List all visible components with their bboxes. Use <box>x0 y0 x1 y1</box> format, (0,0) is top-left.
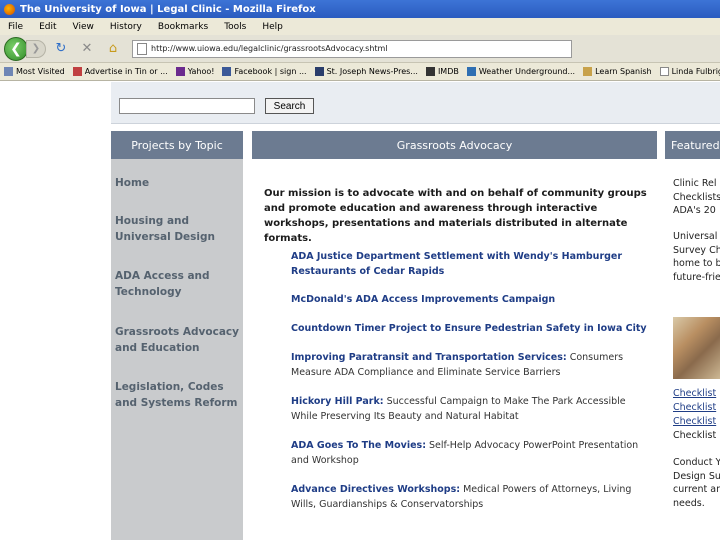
forward-arrow-icon[interactable]: ❯ <box>26 39 46 58</box>
featured-photo <box>673 317 720 379</box>
web-page: Search Projects by Topic Home Housing an… <box>0 82 720 540</box>
bookmark-item[interactable]: Yahoo! <box>172 67 219 76</box>
sidebar-item-ada-access[interactable]: ADA Access and Technology <box>115 268 240 300</box>
bookmark-item[interactable]: Advertise in Tin or ... <box>69 67 172 76</box>
featured-text: Design Su <box>673 470 720 482</box>
featured-block-1: Clinic Rel Checklists ADA's 20 <box>673 177 720 218</box>
project-title[interactable]: ADA Justice Department Settlement with W… <box>291 251 622 277</box>
menu-view[interactable]: View <box>65 22 102 32</box>
project-link[interactable]: McDonald's ADA Access Improvements Campa… <box>291 293 651 308</box>
featured-heading: Featured <box>665 131 720 159</box>
window-title-bar: The University of Iowa | Legal Clinic - … <box>0 0 720 18</box>
menu-tools[interactable]: Tools <box>216 22 254 32</box>
featured-text: Checklists <box>673 191 720 203</box>
featured-block-2: Universal Survey Ch home to b future-fri… <box>673 230 720 284</box>
project-link[interactable]: Improving Paratransit and Transportation… <box>291 351 651 380</box>
bookmark-item[interactable]: Learn Spanish <box>579 67 656 76</box>
project-title[interactable]: ADA Goes To The Movies: <box>291 440 426 451</box>
featured-text: ADA's 20 <box>673 205 716 216</box>
reload-icon[interactable]: ↻ <box>50 38 72 60</box>
featured-text: future-frie <box>673 271 720 283</box>
facebook-icon <box>222 67 232 76</box>
bookmarks-toolbar: Most Visited Advertise in Tin or ... Yah… <box>0 63 720 81</box>
navigation-toolbar: ❮ ❯ ↻ ✕ ⌂ http://www.uiowa.edu/legalclin… <box>0 35 720 63</box>
home-icon[interactable]: ⌂ <box>102 38 124 60</box>
page-icon <box>137 42 147 55</box>
menu-help[interactable]: Help <box>254 22 291 32</box>
bookmark-folder-icon <box>4 67 13 76</box>
bookmark-item[interactable]: Most Visited <box>0 67 69 76</box>
window-title: The University of Iowa | Legal Clinic - … <box>20 3 316 15</box>
menu-edit[interactable]: Edit <box>31 22 64 32</box>
sidebar-heading: Projects by Topic <box>111 131 243 159</box>
project-title[interactable]: McDonald's ADA Access Improvements Campa… <box>291 294 555 305</box>
featured-text: needs. <box>673 497 705 509</box>
bookmark-item[interactable]: Facebook | sign ... <box>218 67 310 76</box>
address-bar-url: http://www.uiowa.edu/legalclinic/grassro… <box>151 44 388 53</box>
weather-icon <box>466 67 476 76</box>
sidebar-item-grassroots[interactable]: Grassroots Advocacy and Education <box>115 324 240 356</box>
page-title: Grassroots Advocacy <box>252 131 657 159</box>
sidebar-item-legislation[interactable]: Legislation, Codes and Systems Reform <box>115 379 240 411</box>
featured-text: home to b <box>673 258 720 269</box>
back-arrow-icon[interactable]: ❮ <box>4 36 28 61</box>
menu-bookmarks[interactable]: Bookmarks <box>150 22 216 32</box>
featured-text: Universal <box>673 231 718 242</box>
sidebar-item-housing[interactable]: Housing and Universal Design <box>115 213 240 245</box>
bookmark-page-icon <box>583 67 593 76</box>
featured-text: Survey Ch <box>673 244 720 256</box>
featured-text: Clinic Rel <box>673 178 717 189</box>
sidebar-item-home[interactable]: Home <box>115 175 240 191</box>
project-link[interactable]: Hickory Hill Park: Successful Campaign t… <box>291 395 651 424</box>
featured-block-3: Conduct Y Design Su current an needs. <box>673 456 720 510</box>
checklist-link[interactable]: Checklist <box>673 387 720 401</box>
bookmark-page-icon <box>72 67 82 76</box>
project-link[interactable]: ADA Justice Department Settlement with W… <box>291 250 651 279</box>
address-bar[interactable]: http://www.uiowa.edu/legalclinic/grassro… <box>132 39 572 58</box>
newspaper-icon <box>314 67 324 76</box>
project-link[interactable]: Countdown Timer Project to Ensure Pedest… <box>291 322 651 337</box>
bookmark-item[interactable]: IMDB <box>422 67 463 76</box>
film-icon <box>425 67 435 76</box>
project-title[interactable]: Improving Paratransit and Transportation… <box>291 352 567 363</box>
bookmark-page-icon <box>659 67 669 76</box>
firefox-icon <box>4 3 15 15</box>
menu-bar: File Edit View History Bookmarks Tools H… <box>0 18 720 35</box>
featured-text: current an <box>673 484 720 495</box>
featured-text: Conduct Y <box>673 457 720 468</box>
menu-file[interactable]: File <box>0 22 31 32</box>
search-button[interactable]: Search <box>265 98 314 114</box>
stop-icon[interactable]: ✕ <box>76 38 98 60</box>
search-input[interactable] <box>119 98 255 114</box>
bookmark-item[interactable]: St. Joseph News-Pres... <box>311 67 422 76</box>
bookmark-item[interactable]: Weather Underground... <box>463 67 579 76</box>
project-title[interactable]: Hickory Hill Park: <box>291 396 384 407</box>
yahoo-icon <box>175 67 185 76</box>
featured-links: Checklist Checklist Checklist Checklist <box>673 387 720 443</box>
project-title[interactable]: Advance Directives Workshops: <box>291 484 460 495</box>
projects-sidebar: Projects by Topic Home Housing and Unive… <box>111 131 243 540</box>
checklist-link[interactable]: Checklist <box>673 415 720 429</box>
checklist-text: Checklist <box>673 430 717 441</box>
bookmark-item[interactable]: Linda Fulbright Ensem... <box>656 67 720 76</box>
project-link[interactable]: ADA Goes To The Movies: Self-Help Advoca… <box>291 439 651 468</box>
mission-statement: Our mission is to advocate with and on b… <box>264 188 647 244</box>
checklist-link[interactable]: Checklist <box>673 401 720 415</box>
project-title[interactable]: Countdown Timer Project to Ensure Pedest… <box>291 323 647 334</box>
menu-history[interactable]: History <box>102 22 150 32</box>
project-link[interactable]: Advance Directives Workshops: Medical Po… <box>291 483 651 512</box>
